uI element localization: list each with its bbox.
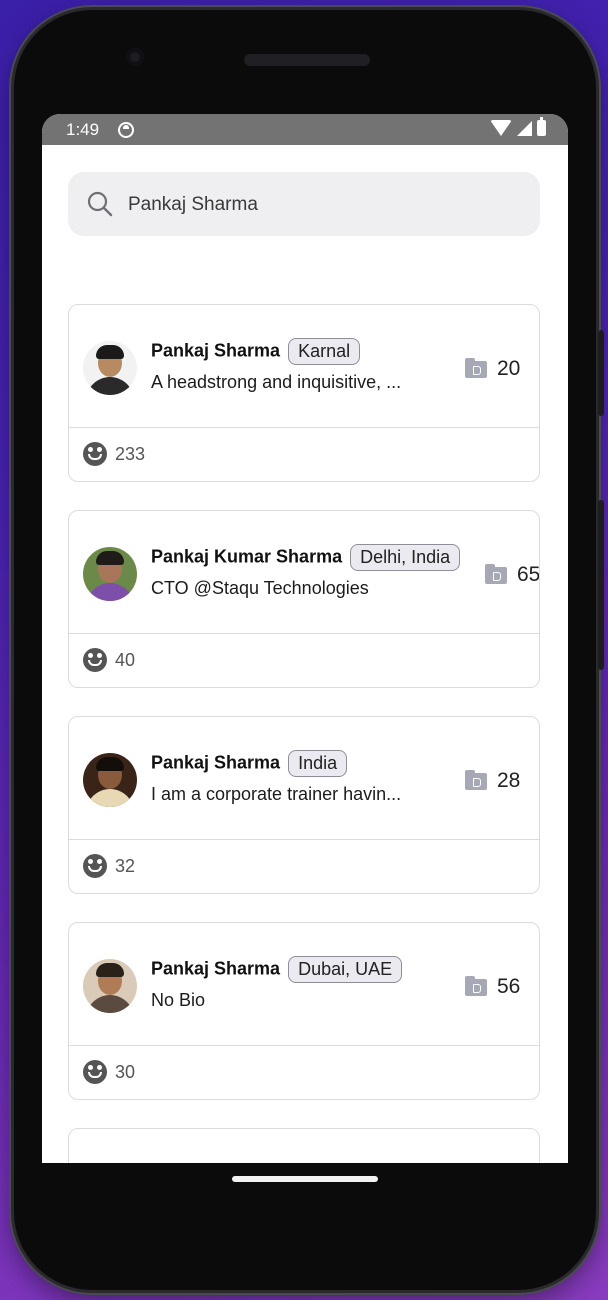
files-count-value: 65 [517, 563, 540, 586]
user-bio: A headstrong and inquisitive, ... [151, 372, 402, 392]
avatar [83, 753, 137, 807]
files-count: 65 [485, 563, 540, 587]
followers-row: 40 [83, 648, 135, 672]
status-icons [490, 117, 546, 136]
followers-icon [83, 442, 107, 466]
search-icon [86, 190, 114, 223]
avatar [83, 341, 137, 395]
card-header[interactable]: Pankaj Sharma Dubai, UAE No Bio 56 [69, 923, 539, 1045]
search-bar[interactable] [68, 172, 540, 236]
battery-icon [537, 117, 546, 136]
user-name: Pankaj Sharma [151, 340, 281, 361]
search-input[interactable] [126, 186, 530, 224]
divider [69, 427, 539, 428]
user-bio: I am a corporate trainer havin... [151, 784, 402, 804]
earpiece-speaker [244, 54, 370, 66]
folder-icon [465, 769, 487, 790]
user-name: Pankaj Sharma [151, 958, 281, 979]
home-indicator[interactable] [232, 1176, 378, 1182]
card-header[interactable]: Pankaj Sharma India I am a corporate trai… [69, 717, 539, 839]
files-count-value: 28 [497, 769, 521, 792]
files-count: 56 [465, 975, 520, 999]
user-bio: No Bio [151, 990, 206, 1010]
user-result-card[interactable] [68, 1128, 540, 1163]
avatar [83, 547, 137, 601]
user-name: Pankaj Kumar Sharma [151, 546, 343, 567]
divider [69, 633, 539, 634]
followers-count: 40 [115, 649, 136, 670]
phone-frame: 1:49 Pankaj Sharma Pankaj Sharma Karnal … [14, 10, 604, 1290]
files-count-value: 56 [497, 975, 521, 998]
user-result-card[interactable]: Pankaj Sharma India I am a corporate trai… [68, 716, 540, 894]
files-count: 28 [465, 769, 520, 793]
followers-count: 32 [115, 855, 136, 876]
wifi-icon [490, 120, 512, 136]
user-name-row: Pankaj Sharma India [151, 750, 348, 777]
cellular-signal-icon [517, 120, 532, 136]
divider [69, 839, 539, 840]
location-badge: India [288, 750, 348, 777]
followers-icon [83, 854, 107, 878]
user-result-card[interactable]: Pankaj Sharma Karnal A headstrong and inq… [68, 304, 540, 482]
folder-icon [485, 563, 507, 584]
user-bio: CTO @Staqu Technologies [151, 578, 369, 598]
card-header[interactable]: Pankaj Kumar Sharma Delhi, India CTO @Sta… [69, 511, 539, 633]
files-count-value: 20 [497, 357, 521, 380]
avatar [83, 959, 137, 1013]
followers-row: 32 [83, 854, 135, 878]
folder-icon [465, 357, 487, 378]
files-count: 20 [465, 357, 520, 381]
card-header[interactable]: Pankaj Sharma Karnal A headstrong and inq… [69, 305, 539, 427]
followers-count: 30 [115, 1061, 136, 1082]
status-time: 1:49 [66, 120, 100, 139]
user-name-row: Pankaj Kumar Sharma Delhi, India [151, 544, 461, 571]
followers-count: 233 [115, 443, 146, 464]
followers-row: 30 [83, 1060, 135, 1084]
user-result-card[interactable]: Pankaj Kumar Sharma Delhi, India CTO @Sta… [68, 510, 540, 688]
user-name-row: Pankaj Sharma Karnal [151, 338, 361, 365]
location-badge: Delhi, India [350, 544, 461, 571]
divider [69, 1045, 539, 1046]
front-camera [126, 48, 144, 66]
sync-icon [118, 122, 134, 138]
status-bar: 1:49 [42, 114, 568, 145]
power-button [598, 330, 604, 416]
followers-icon [83, 648, 107, 672]
location-badge: Dubai, UAE [288, 956, 403, 983]
followers-row: 233 [83, 442, 145, 466]
location-badge: Karnal [288, 338, 361, 365]
followers-icon [83, 1060, 107, 1084]
user-name-row: Pankaj Sharma Dubai, UAE [151, 956, 403, 983]
user-name: Pankaj Sharma [151, 752, 281, 773]
app-screen: 1:49 Pankaj Sharma Pankaj Sharma Karnal … [42, 114, 568, 1163]
volume-button [598, 500, 604, 670]
user-result-card[interactable]: Pankaj Sharma Dubai, UAE No Bio 56 30 [68, 922, 540, 1100]
folder-icon [465, 975, 487, 996]
